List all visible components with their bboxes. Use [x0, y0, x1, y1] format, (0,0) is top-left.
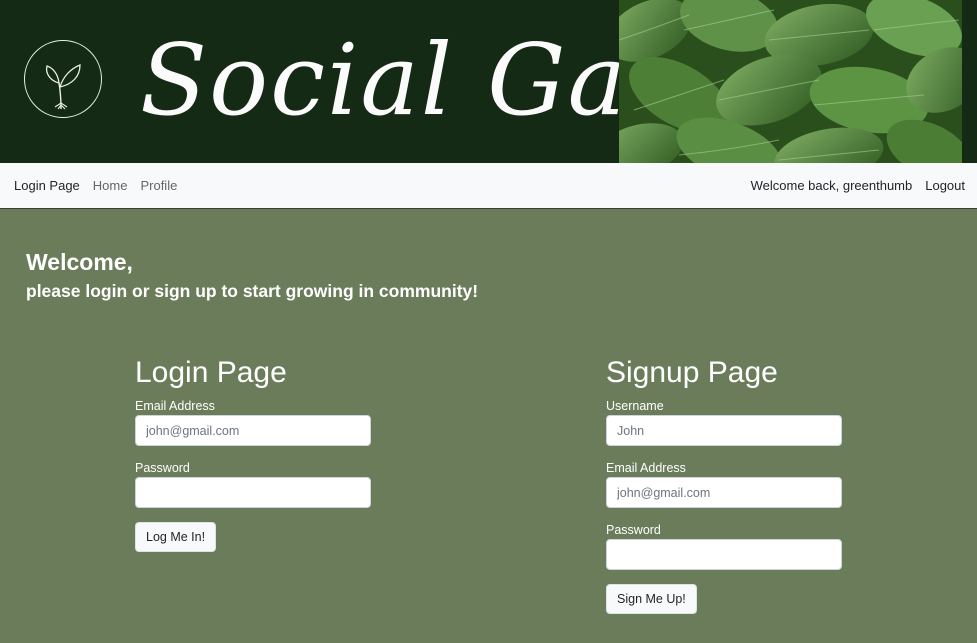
signup-username-input[interactable]: [606, 415, 842, 446]
signup-password-label: Password: [606, 523, 661, 537]
signup-title: Signup Page: [606, 356, 778, 389]
login-email-label: Email Address: [135, 399, 215, 413]
logout-link[interactable]: Logout: [925, 178, 965, 193]
nav-link-home[interactable]: Home: [93, 178, 128, 193]
login-email-input[interactable]: [135, 415, 371, 446]
main-navbar: Login Page Home Profile Welcome back, gr…: [0, 163, 977, 209]
welcome-back-text: Welcome back, greenthumb: [750, 178, 913, 193]
welcome-subheading: please login or sign up to start growing…: [26, 281, 479, 301]
welcome-heading: Welcome,: [26, 249, 133, 275]
login-title: Login Page: [135, 356, 287, 389]
login-form: Login Page Email Address Password Log Me…: [135, 354, 375, 552]
signup-email-label: Email Address: [606, 461, 686, 475]
hosta-leaves-image: [619, 0, 962, 163]
login-button[interactable]: Log Me In!: [135, 522, 217, 552]
site-header: Social Garden: [0, 0, 977, 163]
welcome-section: Welcome, please login or sign up to star…: [26, 247, 478, 303]
nav-brand-login-page[interactable]: Login Page: [14, 178, 80, 193]
nav-link-profile[interactable]: Profile: [140, 178, 177, 193]
login-password-input[interactable]: [135, 477, 371, 508]
signup-form: Signup Page Username Email Address Passw…: [606, 354, 846, 614]
signup-username-label: Username: [606, 399, 664, 413]
login-password-label: Password: [135, 461, 190, 475]
sprout-logo-icon: [24, 40, 102, 118]
signup-password-input[interactable]: [606, 539, 842, 570]
signup-button[interactable]: Sign Me Up!: [606, 584, 697, 614]
signup-email-input[interactable]: [606, 477, 842, 508]
